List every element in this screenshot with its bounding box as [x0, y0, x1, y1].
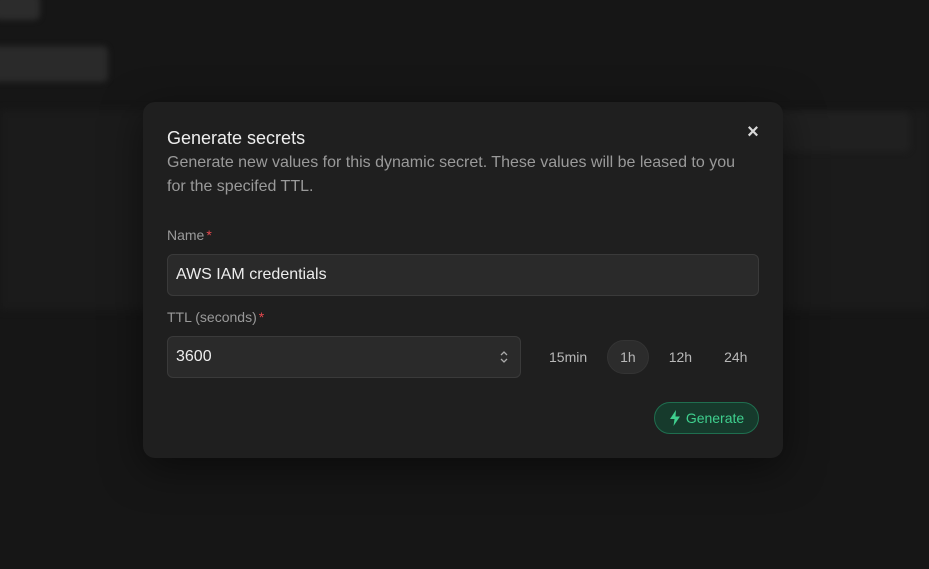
- dialog-title: Generate secrets: [167, 128, 306, 148]
- generate-button-label: Generate: [685, 410, 745, 426]
- ttl-preset-1h[interactable]: 1h: [607, 340, 649, 374]
- ttl-input-value: 3600: [176, 348, 212, 365]
- name-input[interactable]: AWS IAM credentials: [167, 254, 759, 296]
- ttl-preset-24h[interactable]: 24h: [712, 340, 759, 374]
- name-input-value: AWS IAM credentials: [176, 266, 327, 283]
- close-icon[interactable]: ×: [743, 122, 763, 142]
- background-element: [0, 46, 108, 82]
- ttl-label: TTL (seconds) *: [167, 309, 264, 325]
- bolt-icon: [669, 410, 680, 426]
- number-stepper-icon[interactable]: [498, 349, 510, 365]
- ttl-input[interactable]: 3600: [167, 336, 521, 378]
- dialog-description: Generate new values for this dynamic sec…: [167, 154, 735, 195]
- generate-button[interactable]: Generate: [654, 402, 759, 434]
- background-element: [0, 0, 40, 20]
- required-mark: *: [206, 227, 212, 243]
- generate-secrets-dialog: × Generate secrets Generate new values f…: [143, 102, 783, 458]
- ttl-label-text: TTL (seconds): [167, 309, 257, 325]
- ttl-preset-15min[interactable]: 15min: [537, 340, 599, 374]
- required-mark: *: [258, 309, 265, 325]
- ttl-preset-12h[interactable]: 12h: [657, 340, 704, 374]
- ttl-presets: 15min 1h 12h 24h: [537, 340, 759, 374]
- name-label: Name *: [167, 227, 212, 243]
- name-label-text: Name: [167, 227, 205, 243]
